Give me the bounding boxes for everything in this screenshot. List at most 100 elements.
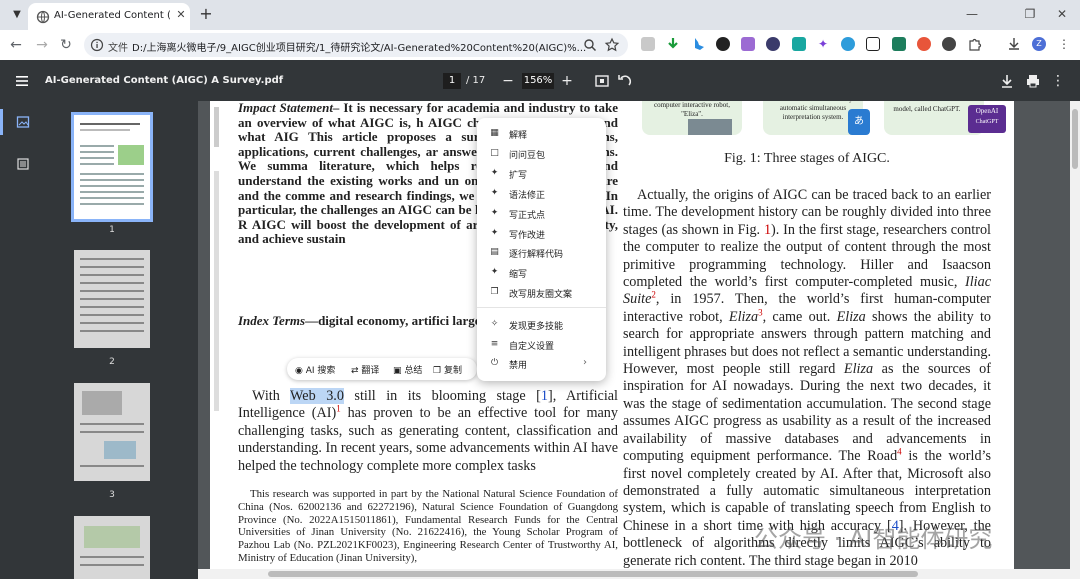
- omnibox-scheme-label: 文件: [108, 43, 128, 54]
- extension-face-icon[interactable]: [766, 37, 780, 51]
- tab-close-icon[interactable]: ✕: [174, 8, 188, 22]
- pdf-viewport[interactable]: Impact Statement– It is necessary for ac…: [198, 101, 1070, 579]
- forward-arrow-icon[interactable]: →: [34, 37, 50, 53]
- notion-icon[interactable]: [866, 37, 880, 51]
- menu-item-grammar-fix[interactable]: ✦ 语法修正: [477, 185, 606, 203]
- pdf-document-title: AI-Generated Content (AIGC) A Survey.pdf: [45, 75, 284, 86]
- menu-item-label: 逐行解释代码: [509, 250, 564, 260]
- omnibox[interactable]: 文件 D:/上海离火微电子/9_AIGC创业项目研究/1_待研究论文/AI-Ge…: [84, 33, 628, 57]
- introduction-paragraph[interactable]: With Web 3.0 still in its blooming stage…: [238, 388, 618, 475]
- index-terms-label: Index Terms: [238, 313, 306, 328]
- sliders-icon: ≡: [490, 339, 499, 349]
- menu-item-label: 写正式点: [509, 211, 546, 221]
- zoom-magnifier-icon[interactable]: [582, 37, 598, 53]
- sparkle-icon[interactable]: ✦: [816, 37, 830, 51]
- extension-green-icon[interactable]: [892, 37, 906, 51]
- menu-item-label: 改写朋友圈文案: [509, 290, 573, 300]
- thumbnails-image-icon[interactable]: [16, 115, 30, 129]
- impact-statement-label: Impact Statement–: [238, 101, 340, 115]
- menu-item-disable[interactable]: ⏻ 禁用 ›: [477, 355, 606, 373]
- page-thumbnail-4[interactable]: [74, 516, 150, 579]
- horizontal-scroll-thumb[interactable]: [268, 571, 918, 577]
- tab-search-chevron-icon[interactable]: ▼: [8, 6, 26, 24]
- pdf-more-kebab-icon[interactable]: ⋮: [1049, 72, 1067, 90]
- active-tab-indicator: [0, 109, 3, 135]
- menu-item-explain[interactable]: ▦ 解释: [477, 125, 606, 143]
- browser-menu-kebab-icon[interactable]: ⋮: [1057, 37, 1071, 51]
- copy-label: 复制: [443, 366, 462, 376]
- rotate-icon[interactable]: [616, 72, 634, 90]
- menu-item-label: 禁用: [509, 361, 528, 371]
- page-number-input[interactable]: 1: [443, 73, 461, 89]
- ai-context-menu: ▦ 解释 □ 问问豆包 ✦ 扩写 ✦ 语法修正 ✦ 写正式点 ✦ 写作改进 ▤ 逐行解释代码 …: [477, 118, 606, 381]
- page-thumbnail-1[interactable]: [71, 112, 153, 222]
- zoom-level-input[interactable]: 156%: [522, 73, 554, 89]
- page-thumbnail-3[interactable]: [74, 383, 150, 481]
- menu-item-explain-code[interactable]: ▤ 逐行解释代码: [477, 244, 606, 262]
- menu-item-label: 写作改进: [509, 231, 546, 241]
- vertical-scroll-thumb[interactable]: [1072, 109, 1078, 169]
- outline-list-icon[interactable]: [16, 157, 30, 171]
- tab-title: AI-Generated Content (AIGC: [54, 10, 170, 21]
- menu-item-more-skills[interactable]: ✧ 发现更多技能: [477, 316, 606, 334]
- openai-label: OpenAI: [975, 107, 999, 115]
- thumbnail-label: 3: [109, 490, 115, 500]
- extensions-puzzle-icon[interactable]: [968, 37, 982, 51]
- url-text[interactable]: D:/上海离火微电子/9_AIGC创业项目研究/1_待研究论文/AI-Gener…: [132, 39, 610, 54]
- extension-purple-icon[interactable]: [741, 37, 755, 51]
- reload-icon[interactable]: ↻: [58, 37, 74, 53]
- translate-button[interactable]: ⇄ 翻译: [351, 363, 379, 376]
- window-restore-icon[interactable]: ❐: [1018, 5, 1042, 23]
- menu-item-formal[interactable]: ✦ 写正式点: [477, 205, 606, 223]
- downloads-icon[interactable]: [1007, 37, 1021, 51]
- menu-item-expand[interactable]: ✦ 扩写: [477, 165, 606, 183]
- ai-search-button[interactable]: ◉ AI 搜索: [295, 363, 335, 376]
- hamburger-menu-icon[interactable]: [14, 73, 30, 89]
- summarize-button[interactable]: ▣ 总结: [393, 363, 422, 376]
- wand-icon: ✦: [490, 188, 499, 198]
- menu-divider: [477, 307, 606, 308]
- zoom-out-minus-icon[interactable]: −: [499, 72, 517, 90]
- browser-tab-active[interactable]: AI-Generated Content (AIGC ✕: [28, 3, 190, 30]
- info-icon[interactable]: [90, 38, 104, 52]
- pdf-toolbar: AI-Generated Content (AIGC) A Survey.pdf…: [0, 61, 1080, 101]
- fit-to-page-icon[interactable]: [593, 72, 611, 90]
- print-icon[interactable]: [1024, 72, 1042, 90]
- extension-gray-icon[interactable]: [641, 37, 655, 51]
- arxiv-margin-watermark: [214, 107, 219, 411]
- pdf-download-icon[interactable]: [998, 72, 1016, 90]
- extension-chat-blue-icon[interactable]: [841, 37, 855, 51]
- globe-icon: [36, 10, 50, 24]
- bing-icon[interactable]: [692, 37, 706, 51]
- window-close-icon[interactable]: ✕: [1050, 5, 1074, 23]
- address-bar: ← → ↻ 文件 D:/上海离火微电子/9_AIGC创业项目研究/1_待研究论文…: [0, 30, 1080, 60]
- menu-item-ask-doubao[interactable]: □ 问问豆包: [477, 145, 606, 163]
- citation-link[interactable]: 1: [541, 388, 548, 404]
- body-text: , came out.: [762, 308, 837, 325]
- download-green-arrow-icon[interactable]: [666, 37, 680, 51]
- extension-dark-hex-icon[interactable]: [716, 37, 730, 51]
- zoom-in-plus-icon[interactable]: +: [558, 72, 576, 90]
- copy-button[interactable]: ❐ 复制: [433, 363, 462, 376]
- wand-icon: ✦: [490, 267, 499, 277]
- power-icon: ⏻: [490, 358, 499, 368]
- vertical-scrollbar[interactable]: [1070, 101, 1080, 579]
- figure-ref-link[interactable]: 1: [764, 222, 771, 238]
- menu-item-improve-writing[interactable]: ✦ 写作改进: [477, 225, 606, 243]
- window-minimize-icon[interactable]: —: [960, 5, 984, 23]
- page-thumbnail-2[interactable]: [74, 250, 150, 348]
- menu-item-label: 自定义设置: [509, 342, 555, 352]
- bookmark-star-icon[interactable]: [604, 37, 620, 53]
- menu-item-moments-copy[interactable]: ❐ 改写朋友圈文案: [477, 284, 606, 302]
- extension-multicolor-icon[interactable]: [917, 37, 931, 51]
- extension-teal-icon[interactable]: [792, 37, 806, 51]
- back-arrow-icon[interactable]: ←: [8, 37, 24, 53]
- menu-item-customize[interactable]: ≡ 自定义设置: [477, 336, 606, 354]
- selected-text-highlight[interactable]: Web 3.0: [290, 388, 344, 404]
- summarize-label: 总结: [404, 366, 423, 376]
- horizontal-scrollbar[interactable]: [198, 569, 1070, 579]
- new-tab-plus-icon[interactable]: +: [198, 6, 214, 22]
- profile-avatar[interactable]: Z: [1032, 37, 1046, 51]
- chrome-extension-icon[interactable]: [942, 37, 956, 51]
- menu-item-abbreviate[interactable]: ✦ 缩写: [477, 264, 606, 282]
